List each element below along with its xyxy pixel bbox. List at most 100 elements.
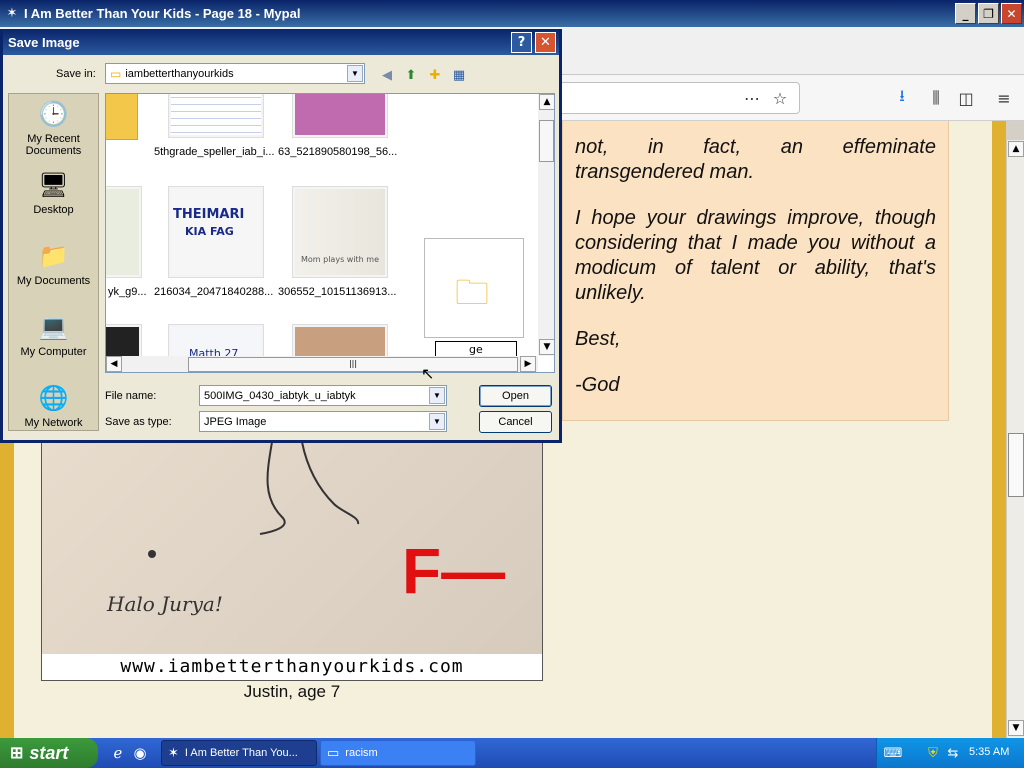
view-menu-icon[interactable]: ▦ bbox=[449, 66, 469, 84]
place-label: My Network bbox=[24, 417, 83, 429]
minimize-button[interactable]: _ bbox=[955, 3, 976, 24]
mouse-cursor-icon: ↖ bbox=[421, 364, 435, 383]
file-name-label[interactable]: 306552_10151136913... bbox=[278, 286, 396, 298]
file-thumbnail[interactable]: THEIMARI KIA FAG bbox=[168, 186, 264, 278]
file-name-label: File name: bbox=[105, 390, 157, 402]
save-in-value: iambetterthanyourkids bbox=[125, 67, 234, 80]
save-as-type-label: Save as type: bbox=[105, 416, 172, 428]
file-thumbnail-partial[interactable] bbox=[106, 186, 142, 278]
network-icon[interactable]: ⇆ bbox=[945, 745, 961, 761]
my-computer-icon: 💻 bbox=[38, 314, 69, 341]
file-name-label[interactable]: 5thgrade_speller_iab_i... bbox=[154, 146, 274, 158]
browser-title-bar: ✶ I Am Better Than Your Kids - Page 18 -… bbox=[0, 0, 1024, 27]
save-in-label: Save in: bbox=[56, 68, 96, 80]
image-caption: Justin, age 7 bbox=[243, 682, 341, 701]
place-my-computer[interactable]: 💻 My Computer bbox=[9, 313, 98, 358]
dialog-close-button[interactable]: ✕ bbox=[535, 31, 556, 53]
scroll-down-arrow[interactable]: ▼ bbox=[539, 339, 554, 355]
letter-box: not, in fact, an effeminate transgendere… bbox=[562, 121, 949, 421]
close-button[interactable]: ✕ bbox=[1001, 3, 1022, 24]
cancel-button[interactable]: Cancel bbox=[479, 411, 552, 433]
library-icon[interactable]: ⫼ bbox=[924, 86, 948, 110]
security-shield-icon[interactable]: ⛨ bbox=[925, 745, 941, 761]
place-my-documents[interactable]: 📁 My Documents bbox=[9, 242, 98, 287]
new-folder-icon[interactable]: ✚ bbox=[425, 66, 445, 84]
page-border-right bbox=[992, 121, 1006, 738]
place-desktop[interactable]: 🖥 Desktop bbox=[9, 171, 98, 216]
scroll-thumb[interactable] bbox=[1008, 433, 1024, 497]
quick-launch-icon[interactable]: ◉ bbox=[130, 743, 150, 763]
internet-explorer-icon[interactable]: ℯ bbox=[108, 743, 128, 763]
scroll-left-arrow[interactable]: ◀ bbox=[106, 356, 122, 372]
url-bar[interactable] bbox=[560, 82, 800, 114]
save-as-type-dropdown-arrow[interactable]: ▼ bbox=[429, 413, 445, 430]
letter-signoff: Best, bbox=[575, 328, 621, 350]
clock: 5:35 AM bbox=[969, 746, 1010, 758]
file-thumbnail[interactable] bbox=[168, 94, 264, 138]
my-documents-icon: 📁 bbox=[38, 243, 69, 270]
drawing-text: Halo Jurya! bbox=[107, 592, 223, 616]
file-thumbnail-folder-partial[interactable] bbox=[106, 94, 138, 140]
thumb-text: KIA FAG bbox=[185, 225, 234, 238]
taskbar-item-label: racism bbox=[345, 747, 378, 759]
save-in-dropdown-arrow[interactable]: ▼ bbox=[347, 65, 363, 82]
sidebar-icon[interactable]: ◫ bbox=[954, 86, 978, 110]
place-label: My Recent Documents bbox=[25, 133, 82, 157]
file-name-label[interactable]: 216034_20471840288... bbox=[154, 286, 273, 298]
desktop-icon: 🖥 bbox=[38, 172, 69, 199]
taskbar: ⊞ start ℯ ◉ ✶ I Am Better Than You... ▭ … bbox=[0, 738, 1024, 768]
scroll-thumb[interactable]: ||| bbox=[188, 357, 518, 372]
bookmark-star-icon[interactable]: ☆ bbox=[768, 86, 792, 110]
thumb-text: THEIMARI bbox=[173, 207, 245, 222]
open-button[interactable]: Open bbox=[479, 385, 552, 407]
file-list-view[interactable]: 5thgrade_speller_iab_i... 63_52189058019… bbox=[105, 93, 555, 373]
letter-line-1: not, in fact, an effeminate bbox=[575, 136, 936, 158]
save-as-type-combo[interactable]: JPEG Image ▼ bbox=[199, 411, 447, 432]
file-thumbnail[interactable] bbox=[292, 94, 388, 138]
place-label: Desktop bbox=[33, 204, 74, 216]
hamburger-menu-icon[interactable]: ≡ bbox=[992, 86, 1016, 110]
dialog-title: Save Image bbox=[8, 34, 80, 50]
places-bar: 🕒 My Recent Documents 🖥 Desktop 📁 My Doc… bbox=[8, 93, 99, 431]
letter-line-2: transgendered man. bbox=[575, 161, 755, 183]
file-list-vertical-scrollbar[interactable]: ▲ ▼ bbox=[538, 94, 554, 356]
taskbar-item-browser[interactable]: ✶ I Am Better Than You... bbox=[161, 740, 317, 766]
taskbar-item-racism-folder[interactable]: ▭ racism bbox=[320, 740, 476, 766]
folder-icon: ▭ bbox=[110, 66, 122, 81]
download-arrow-icon[interactable]: ⭳ bbox=[890, 86, 914, 110]
recent-documents-icon: 🕒 bbox=[38, 101, 69, 128]
dialog-help-button[interactable]: ? bbox=[511, 31, 532, 53]
place-my-network[interactable]: 🌐 My Network bbox=[9, 384, 98, 429]
scroll-up-arrow[interactable]: ▲ bbox=[1008, 141, 1024, 157]
my-network-icon: 🌐 bbox=[38, 385, 69, 412]
save-as-type-value: JPEG Image bbox=[204, 415, 267, 428]
system-tray: ⌨ ⛨ ⇆ 5:35 AM bbox=[876, 738, 1024, 768]
folder-icon: 🗀 bbox=[455, 273, 489, 313]
file-name-label[interactable]: yk_g9... bbox=[108, 286, 147, 298]
start-button[interactable]: ⊞ start bbox=[0, 738, 98, 768]
save-in-combo[interactable]: ▭ iambetterthanyourkids ▼ bbox=[105, 63, 365, 84]
scroll-down-arrow[interactable]: ▼ bbox=[1008, 720, 1024, 736]
dialog-title-bar: Save Image ? ✕ bbox=[3, 29, 559, 55]
back-icon[interactable]: ◀ bbox=[377, 66, 397, 84]
file-thumbnail[interactable]: Mom plays with me bbox=[292, 186, 388, 278]
file-list-horizontal-scrollbar[interactable]: ◀ ||| ▶ bbox=[106, 356, 538, 372]
scroll-right-arrow[interactable]: ▶ bbox=[520, 356, 536, 372]
start-label: start bbox=[29, 742, 69, 763]
file-name-dropdown-arrow[interactable]: ▼ bbox=[429, 387, 445, 404]
scroll-up-arrow[interactable]: ▲ bbox=[539, 94, 554, 110]
page-vertical-scrollbar[interactable]: ▲ ▼ bbox=[1006, 140, 1024, 738]
place-label: My Computer bbox=[20, 346, 87, 358]
place-recent-documents[interactable]: 🕒 My Recent Documents bbox=[9, 100, 98, 157]
maximize-button[interactable]: ❐ bbox=[978, 3, 999, 24]
scroll-thumb[interactable] bbox=[539, 120, 554, 162]
keyboard-icon[interactable]: ⌨ bbox=[884, 745, 903, 761]
thumb-text: Mom plays with me bbox=[301, 255, 380, 264]
up-folder-icon[interactable]: ⬆ bbox=[401, 66, 421, 84]
file-name-input[interactable]: 500IMG_0430_iabtyk_u_iabtyk bbox=[200, 390, 429, 402]
page-actions-icon[interactable]: ⋯ bbox=[740, 86, 764, 110]
file-name-combo[interactable]: 500IMG_0430_iabtyk_u_iabtyk ▼ bbox=[199, 385, 447, 406]
file-name-label[interactable]: 63_521890580198_56... bbox=[278, 146, 397, 158]
new-folder-thumbnail[interactable]: 🗀 bbox=[424, 238, 524, 338]
folder-icon: ▭ bbox=[327, 745, 340, 760]
